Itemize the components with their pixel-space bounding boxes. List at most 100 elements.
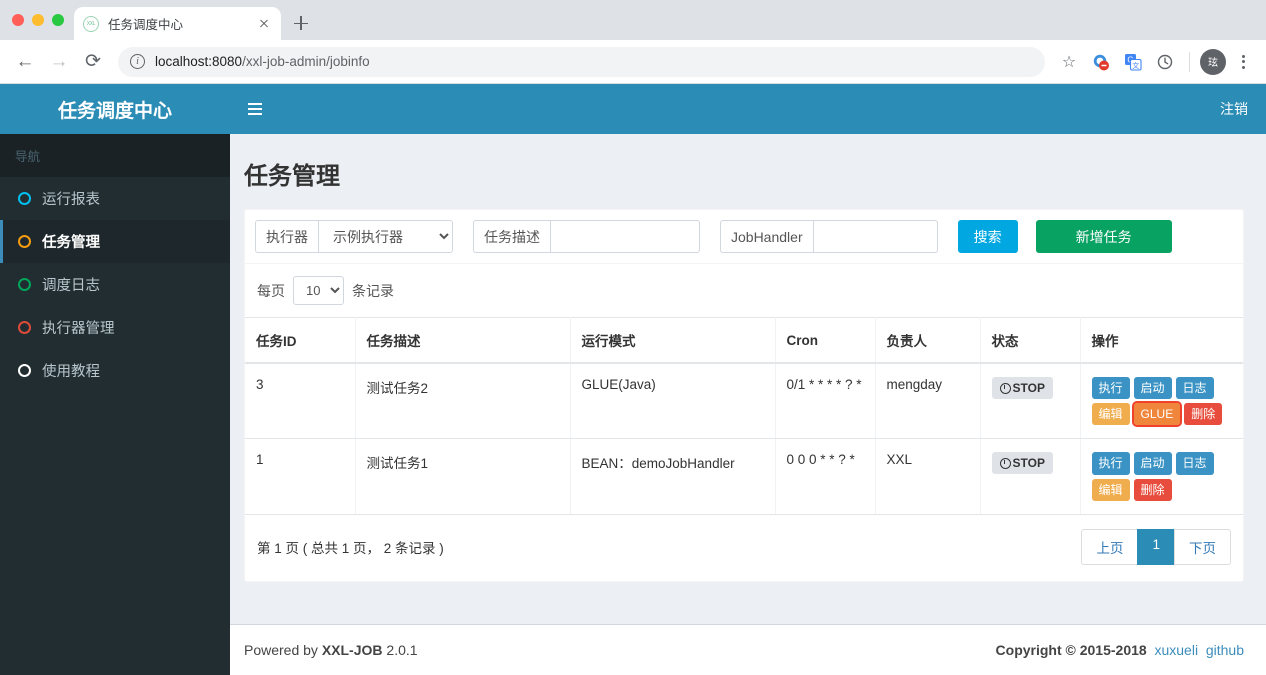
op-delete-button[interactable]: 删除 xyxy=(1133,478,1172,501)
sidebar-item-jobgroup[interactable]: 执行器管理 xyxy=(0,306,230,349)
add-job-button[interactable]: 新增任务 xyxy=(1035,220,1172,253)
google-translate-icon[interactable]: G文 xyxy=(1119,48,1147,76)
new-tab-icon[interactable] xyxy=(287,9,315,37)
cell-job-desc: 测试任务1 xyxy=(355,438,571,515)
sidebar-item-jobinfo[interactable]: 任务管理 xyxy=(0,220,230,263)
search-button[interactable]: 搜索 xyxy=(957,220,1018,253)
content-area: 任务管理 执行器 示例执行器 任务描述 JobHandler 搜索 新增任务 每… xyxy=(230,134,1266,624)
address-bar[interactable]: i localhost:8080/xxl-job-admin/jobinfo xyxy=(118,46,1045,77)
screen-recorder-icon[interactable] xyxy=(1151,48,1179,76)
maximize-window-button[interactable] xyxy=(52,14,64,26)
desc-filter-group: 任务描述 xyxy=(473,220,700,253)
forward-icon[interactable]: → xyxy=(44,47,74,77)
page-size-prefix: 每页 xyxy=(257,282,285,299)
powered-version: 2.0.1 xyxy=(382,642,418,658)
cell-status: STOP xyxy=(980,438,1081,515)
executor-filter-label: 执行器 xyxy=(255,220,318,253)
site-info-icon[interactable]: i xyxy=(130,54,145,69)
sidebar-toggle-icon[interactable] xyxy=(248,102,262,116)
minimize-window-button[interactable] xyxy=(32,14,44,26)
application: 任务调度中心 导航 运行报表 任务管理 调度日志 执行器管理 使用教程 注销 任… xyxy=(0,84,1266,675)
op-run-button[interactable]: 执行 xyxy=(1091,452,1130,475)
chrome-menu-icon[interactable] xyxy=(1230,49,1256,75)
op-log-button[interactable]: 日志 xyxy=(1175,377,1214,400)
col-operations: 操作 xyxy=(1080,317,1243,364)
circle-icon xyxy=(18,192,31,205)
browser-tab[interactable]: XXL 任务调度中心 xyxy=(74,7,281,40)
handler-input[interactable] xyxy=(812,220,938,253)
author-link[interactable]: xuxueli xyxy=(1154,642,1198,658)
page-title: 任务管理 xyxy=(244,163,340,190)
cell-run-mode: GLUE(Java) xyxy=(570,363,776,440)
cell-job-desc: 测试任务2 xyxy=(355,363,571,440)
job-table: 任务ID 任务描述 运行模式 Cron 负责人 状态 操作 3 测试任务2 GL… xyxy=(245,317,1243,515)
sidebar-item-report[interactable]: 运行报表 xyxy=(0,177,230,220)
op-edit-button[interactable]: 编辑 xyxy=(1091,478,1130,501)
bookmark-star-icon[interactable]: ☆ xyxy=(1055,48,1083,76)
col-job-id: 任务ID xyxy=(245,317,356,364)
cell-job-id: 1 xyxy=(245,438,356,515)
cell-operations: 执行 启动 日志 编辑 GLUE 删除 xyxy=(1080,363,1243,440)
tab-strip: XXL 任务调度中心 xyxy=(0,0,1266,40)
sidebar-item-help[interactable]: 使用教程 xyxy=(0,349,230,392)
pagination-row: 第 1 页 ( 总共 1 页， 2 条记录 ) 上页 1 下页 xyxy=(245,515,1243,581)
top-navbar: 注销 xyxy=(230,84,1266,134)
github-link[interactable]: github xyxy=(1206,642,1244,658)
pagination-summary: 第 1 页 ( 总共 1 页， 2 条记录 ) xyxy=(257,540,444,556)
sidebar: 任务调度中心 导航 运行报表 任务管理 调度日志 执行器管理 使用教程 xyxy=(0,84,230,675)
cell-job-id: 3 xyxy=(245,363,356,440)
cell-owner: mengday xyxy=(875,363,981,440)
op-log-button[interactable]: 日志 xyxy=(1175,452,1214,475)
status-text: STOP xyxy=(1012,456,1045,471)
xxl-job-favicon: XXL xyxy=(83,15,99,32)
clock-icon xyxy=(999,457,1011,469)
circle-icon xyxy=(18,235,31,248)
pagination-page-1[interactable]: 1 xyxy=(1137,528,1175,565)
filter-bar: 执行器 示例执行器 任务描述 JobHandler 搜索 新增任务 xyxy=(245,210,1243,264)
executor-select[interactable]: 示例执行器 xyxy=(318,220,453,253)
close-tab-icon[interactable] xyxy=(256,16,272,32)
sidebar-item-label: 运行报表 xyxy=(42,192,100,208)
sidebar-item-label: 使用教程 xyxy=(42,364,100,380)
reload-icon[interactable]: ⟳ xyxy=(78,47,108,77)
op-run-button[interactable]: 执行 xyxy=(1091,377,1130,400)
powered-by: Powered by XXL-JOB 2.0.1 xyxy=(244,642,418,658)
sidebar-brand[interactable]: 任务调度中心 xyxy=(0,84,230,134)
jobinfo-panel: 执行器 示例执行器 任务描述 JobHandler 搜索 新增任务 每页 10 … xyxy=(244,209,1244,582)
browser-window: XXL 任务调度中心 ← → ⟳ i localhost:8080/xxl-jo… xyxy=(0,0,1266,675)
op-start-button[interactable]: 启动 xyxy=(1133,377,1172,400)
col-run-mode: 运行模式 xyxy=(570,317,776,364)
url-path: /xxl-job-admin/jobinfo xyxy=(242,54,370,69)
circle-icon xyxy=(18,364,31,377)
clock-icon xyxy=(999,382,1011,394)
sidebar-item-joblog[interactable]: 调度日志 xyxy=(0,263,230,306)
cell-run-mode: BEAN：demoJobHandler xyxy=(570,438,776,515)
op-start-button[interactable]: 启动 xyxy=(1133,452,1172,475)
table-header-row: 任务ID 任务描述 运行模式 Cron 负责人 状态 操作 xyxy=(245,317,1243,364)
col-status: 状态 xyxy=(980,317,1081,364)
pagination: 上页 1 下页 xyxy=(1081,528,1231,565)
op-delete-button[interactable]: 删除 xyxy=(1184,403,1223,426)
close-window-button[interactable] xyxy=(12,14,24,26)
status-badge: STOP xyxy=(991,377,1053,399)
powered-name: XXL-JOB xyxy=(321,642,383,658)
powered-prefix: Powered by xyxy=(244,642,322,658)
pagination-next[interactable]: 下页 xyxy=(1174,528,1231,565)
status-badge: STOP xyxy=(991,452,1053,475)
sidebar-item-label: 调度日志 xyxy=(42,278,100,294)
url-host: localhost:8080 xyxy=(155,54,243,69)
sidebar-nav-header: 导航 xyxy=(0,134,230,177)
op-glue-button[interactable]: GLUE xyxy=(1131,401,1183,428)
executor-filter-group: 执行器 示例执行器 xyxy=(255,220,453,253)
back-icon[interactable]: ← xyxy=(10,47,40,77)
page-size-select[interactable]: 10 xyxy=(293,276,344,305)
copyright-block: Copyright © 2015-2018 xuxueli github xyxy=(996,642,1244,658)
adblock-icon[interactable] xyxy=(1087,48,1115,76)
circle-icon xyxy=(18,321,31,334)
desc-input[interactable] xyxy=(550,220,700,253)
pagination-prev[interactable]: 上页 xyxy=(1081,528,1139,565)
op-edit-button[interactable]: 编辑 xyxy=(1091,403,1130,426)
logout-link[interactable]: 注销 xyxy=(1220,99,1248,119)
handler-filter-label: JobHandler xyxy=(720,220,813,253)
profile-avatar[interactable]: 玹 xyxy=(1200,48,1226,75)
